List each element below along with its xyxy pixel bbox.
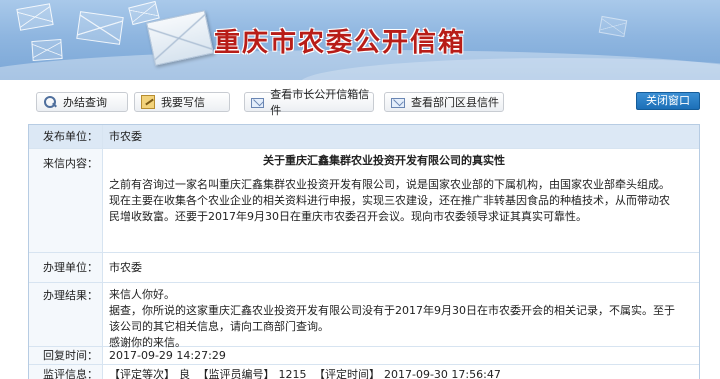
write-letter-button[interactable]: 我要写信 xyxy=(134,92,230,112)
supervisor-label: 【监评员编号】 xyxy=(197,368,275,379)
handler-row: 办理单位： 市农委 xyxy=(29,253,699,283)
reply-time-row: 回复时间： 2017-09-29 14:27:29 xyxy=(29,347,699,365)
mail-icon xyxy=(391,98,405,108)
handler-label: 办理单位： xyxy=(29,253,103,282)
rating-value: 良 xyxy=(179,368,190,379)
letter-body: 之前有咨询过一家名叫重庆汇鑫集群农业投资开发有限公司，说是国家农业部的下属机构，… xyxy=(109,178,670,223)
department-letters-button[interactable]: 查看部门区县信件 xyxy=(384,92,504,112)
eval-time-value: 2017-09-30 17:56:47 xyxy=(384,368,501,379)
eval-time-label: 【评定时间】 xyxy=(314,368,380,379)
button-label: 查看部门区县信件 xyxy=(411,96,499,109)
result-label: 办理结果： xyxy=(29,283,103,346)
envelope-icon xyxy=(598,15,628,38)
button-label: 我要写信 xyxy=(161,96,205,109)
site-title: 重庆市农委公开信箱 xyxy=(214,28,467,58)
close-window-button[interactable]: 关闭窗口 xyxy=(636,92,700,110)
result-value: 来信人你好。 据查，你所说的这家重庆汇鑫农业投资开发有限公司没有于2017年9月… xyxy=(103,283,699,349)
monitor-label: 监评信息： xyxy=(29,365,103,379)
button-label: 查看市长公开信箱信件 xyxy=(270,88,370,117)
monitor-row: 监评信息： 【评定等次】良 【监评员编号】 1215 【评定时间】 2017-09-… xyxy=(29,365,699,379)
envelope-icon xyxy=(31,38,63,62)
search-icon xyxy=(43,95,57,109)
publisher-row: 发布单位： 市农委 xyxy=(29,125,699,149)
result-line: 来信人你好。 xyxy=(109,288,175,301)
envelope-icon xyxy=(16,3,54,31)
content-row: 来信内容： 关于重庆汇鑫集群农业投资开发有限公司的真实性 之前有咨询过一家名叫重… xyxy=(29,149,699,253)
rating-label: 【评定等次】 xyxy=(109,368,175,379)
result-line: 据查，你所说的这家重庆汇鑫农业投资开发有限公司没有于2017年9月30日在市农委… xyxy=(109,304,675,333)
letter-title: 关于重庆汇鑫集群农业投资开发有限公司的真实性 xyxy=(263,154,505,167)
monitor-value: 【评定等次】良 【监评员编号】 1215 【评定时间】 2017-09-30 17:… xyxy=(103,365,699,379)
toolbar: 办结查询 我要写信 查看市长公开信箱信件 查看部门区县信件 xyxy=(0,86,720,117)
button-label: 办结查询 xyxy=(63,96,107,109)
content-label: 来信内容： xyxy=(29,149,103,252)
mayor-mailbox-button[interactable]: 查看市长公开信箱信件 xyxy=(244,88,374,117)
letter-detail-panel: 发布单位： 市农委 来信内容： 关于重庆汇鑫集群农业投资开发有限公司的真实性 之… xyxy=(28,124,700,379)
content-value: 关于重庆汇鑫集群农业投资开发有限公司的真实性 之前有咨询过一家名叫重庆汇鑫集群农… xyxy=(103,149,699,252)
result-row: 办理结果： 来信人你好。 据查，你所说的这家重庆汇鑫农业投资开发有限公司没有于2… xyxy=(29,283,699,349)
completed-query-button[interactable]: 办结查询 xyxy=(36,92,128,112)
reply-time-value: 2017-09-29 14:27:29 xyxy=(109,349,226,362)
publisher-label: 发布单位： xyxy=(29,125,103,148)
mail-icon xyxy=(251,98,265,108)
header-banner: 重庆市农委公开信箱 xyxy=(0,0,720,80)
publisher-value: 市农委 xyxy=(109,130,142,143)
handler-value: 市农委 xyxy=(109,261,142,274)
edit-icon xyxy=(141,95,155,109)
envelope-icon xyxy=(76,11,124,45)
reply-time-label: 回复时间： xyxy=(29,347,103,364)
supervisor-value: 1215 xyxy=(278,368,307,379)
